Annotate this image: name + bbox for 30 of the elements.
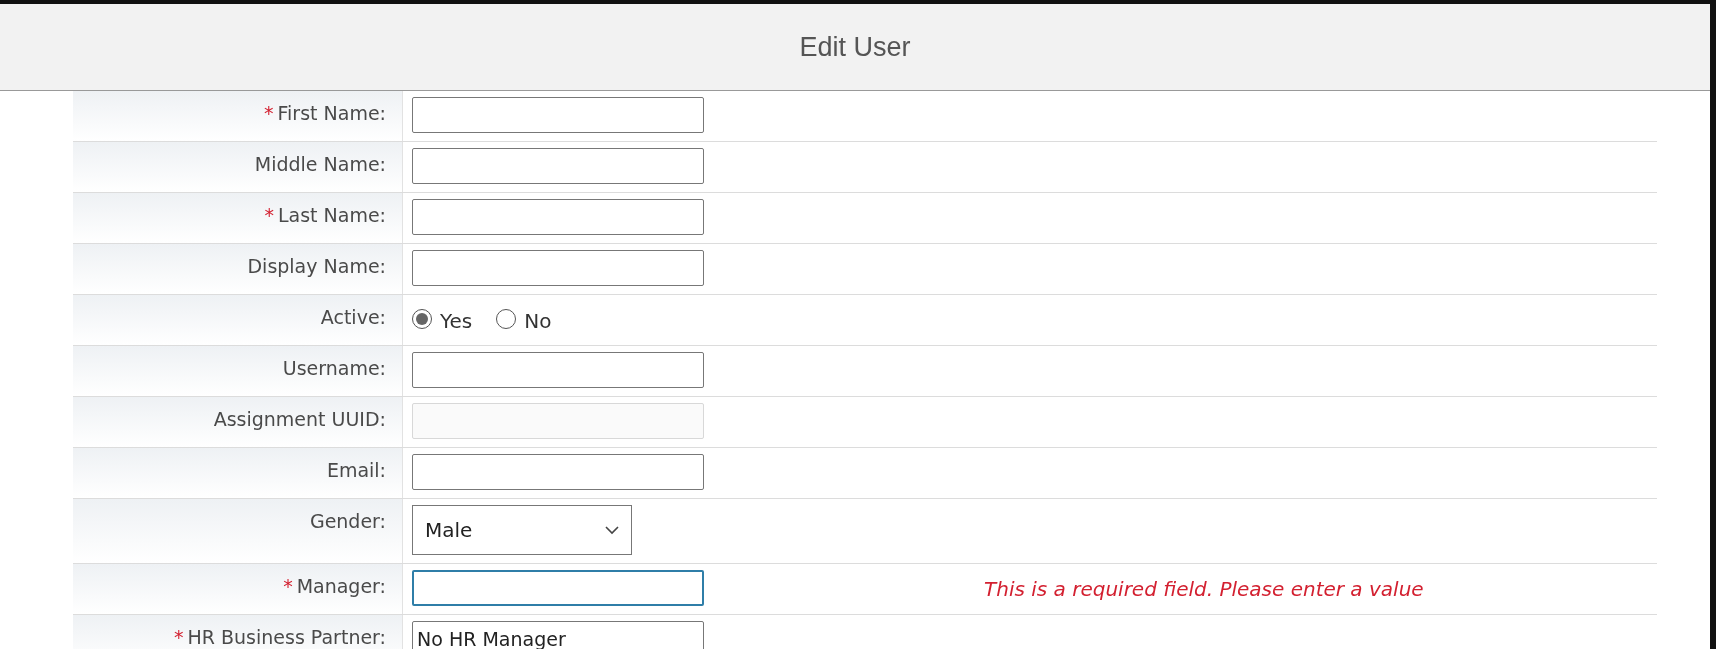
field-label: Last Name: [277, 203, 386, 228]
text-field[interactable] [412, 148, 704, 184]
field-label: Display Name: [247, 254, 386, 279]
required-asterisk: * [283, 574, 293, 599]
radio-button[interactable] [412, 309, 432, 329]
field-label: Middle Name: [254, 152, 386, 177]
field-label: HR Business Partner: [187, 625, 386, 649]
field-label: Email: [326, 458, 386, 483]
required-asterisk: * [264, 203, 274, 228]
text-field[interactable] [412, 97, 704, 133]
text-field[interactable] [412, 570, 704, 606]
field-label: First Name: [277, 101, 386, 126]
text-field[interactable] [412, 352, 704, 388]
radio-label: No [524, 308, 552, 335]
text-field[interactable] [412, 454, 704, 490]
radio-label: Yes [440, 308, 473, 335]
field-label: Username: [282, 356, 386, 381]
required-asterisk: * [264, 101, 274, 126]
window-title: Edit User [799, 30, 911, 64]
field-label: Manager: [296, 574, 386, 599]
radio-button[interactable] [496, 309, 517, 329]
chevron-down-icon [605, 525, 619, 535]
required-asterisk: * [174, 625, 184, 649]
error-message: This is a required field. Please enter a value [984, 576, 1424, 603]
text-field[interactable] [412, 199, 704, 235]
text-field[interactable] [412, 250, 704, 286]
gender-dropdown[interactable]: Male [412, 505, 632, 555]
field-label: Gender: [309, 509, 386, 534]
field-label: Assignment UUID: [213, 407, 386, 432]
field-label: Active: [320, 305, 386, 330]
